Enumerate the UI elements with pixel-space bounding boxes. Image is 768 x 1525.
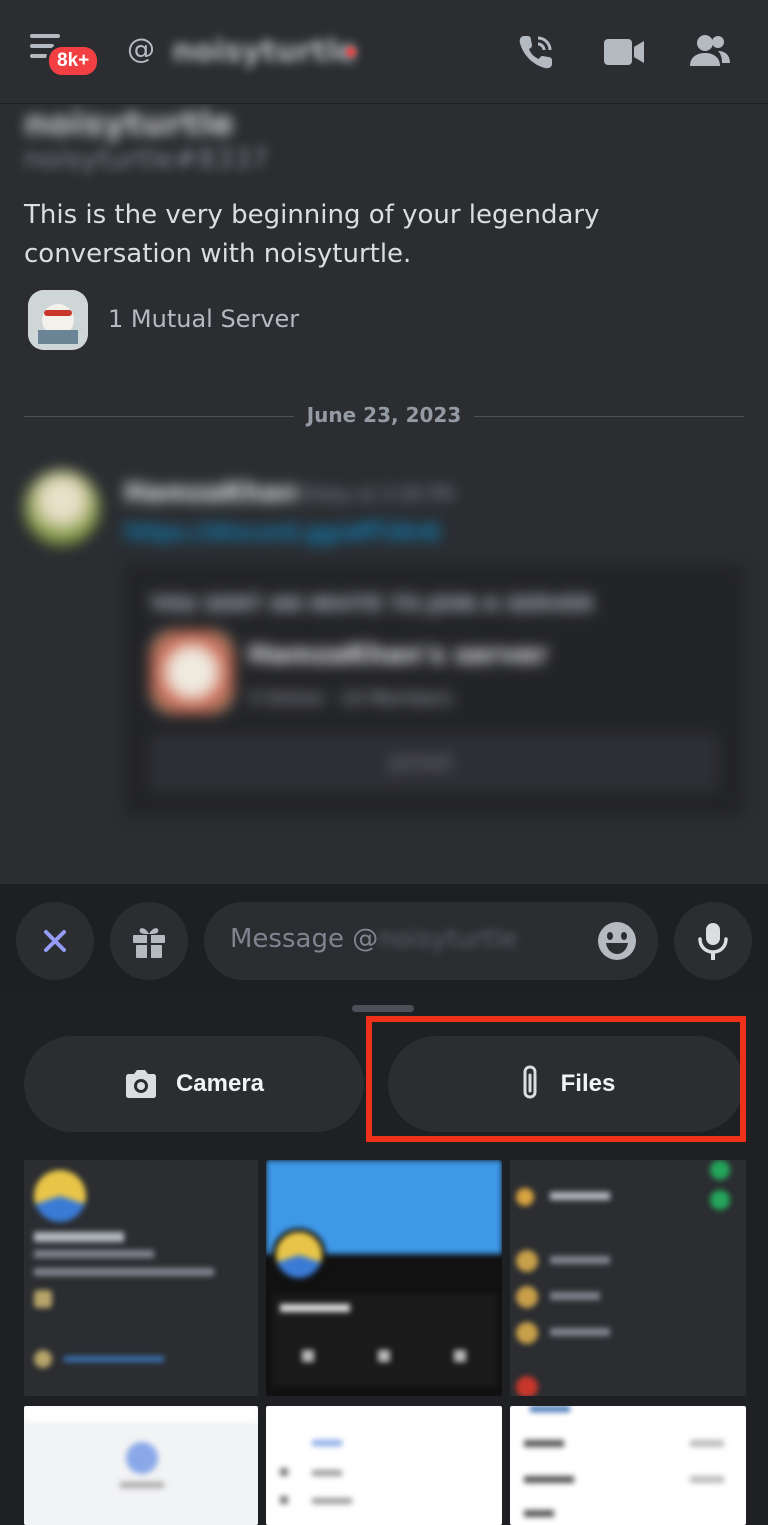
gallery-thumbnail[interactable]	[266, 1160, 502, 1396]
gallery-thumbnail[interactable]	[24, 1406, 258, 1525]
files-label: Files	[560, 1070, 616, 1097]
invite-link[interactable]: https://discord.gg/aRTdIn6	[124, 518, 440, 546]
date-divider: June 23, 2023	[306, 403, 462, 427]
recipient-name[interactable]: noisyturtle	[172, 34, 357, 69]
microphone-icon	[698, 923, 728, 960]
emoji-button[interactable]	[596, 920, 638, 962]
profile-user-tag: noisyturtle#8337	[24, 142, 269, 175]
invite-server-stats: 3 Online · 10 Members	[248, 688, 453, 709]
attachment-sheet: Camera Files	[0, 996, 768, 1525]
gift-button[interactable]	[110, 902, 188, 980]
date-divider-line-right	[474, 416, 744, 417]
status-indicator	[346, 47, 356, 57]
phone-call-icon	[519, 36, 552, 69]
message-input-bar: Message @noisyturtle	[0, 884, 768, 996]
video-camera-icon	[604, 39, 644, 65]
invite-server-name: HamzaKhan's server	[248, 640, 548, 670]
chat-header: 8k+ @ noisyturtle	[0, 0, 768, 104]
close-attachments-button[interactable]	[16, 902, 94, 980]
camera-icon	[125, 1070, 156, 1098]
message-placeholder: Message @noisyturtle	[230, 924, 518, 954]
mutual-servers-label[interactable]: 1 Mutual Server	[108, 305, 299, 333]
invite-join-button[interactable]: Joined	[150, 734, 718, 792]
mutual-server-icon[interactable]	[28, 290, 88, 350]
invite-join-label: Joined	[390, 750, 452, 774]
invite-title: YOU SENT AN INVITE TO JOIN A SERVER	[150, 592, 594, 616]
server-avatar-image	[28, 290, 88, 350]
smiley-face-icon	[598, 922, 636, 960]
menu-button[interactable]: 8k+	[30, 30, 101, 80]
camera-button[interactable]: Camera	[24, 1036, 364, 1132]
gallery-thumbnail[interactable]	[24, 1160, 258, 1396]
invite-server-icon	[150, 630, 234, 714]
chat-area[interactable]: noisyturtle noisyturtle#8337 This is the…	[0, 104, 768, 884]
at-icon: @	[127, 32, 155, 65]
members-button[interactable]	[688, 30, 732, 74]
invite-card: YOU SENT AN INVITE TO JOIN A SERVER Hamz…	[124, 564, 744, 816]
profile-display-name: noisyturtle	[24, 104, 234, 144]
conversation-intro-text: This is the very beginning of your legen…	[24, 200, 600, 269]
message-timestamp: Today at 3:36 PM	[300, 484, 455, 505]
notification-badge: 8k+	[46, 44, 101, 78]
sheet-drag-handle[interactable]	[352, 1005, 414, 1012]
people-icon	[690, 35, 730, 66]
gallery-thumbnail[interactable]	[266, 1406, 502, 1525]
message-author[interactable]: HamzaKhan	[124, 478, 298, 508]
date-divider-line-left	[24, 416, 294, 417]
voice-message-button[interactable]	[674, 902, 752, 980]
author-avatar[interactable]	[24, 470, 100, 546]
paperclip-icon	[523, 1065, 537, 1099]
voice-call-button[interactable]	[514, 30, 558, 74]
close-icon	[44, 930, 66, 952]
video-call-button[interactable]	[602, 30, 646, 74]
gallery-thumbnail[interactable]	[510, 1160, 746, 1396]
camera-label: Camera	[175, 1070, 265, 1097]
gift-icon	[133, 928, 165, 958]
files-button[interactable]: Files	[388, 1036, 744, 1132]
message-input[interactable]: Message @noisyturtle	[204, 902, 658, 980]
gallery-thumbnail[interactable]	[510, 1406, 746, 1525]
